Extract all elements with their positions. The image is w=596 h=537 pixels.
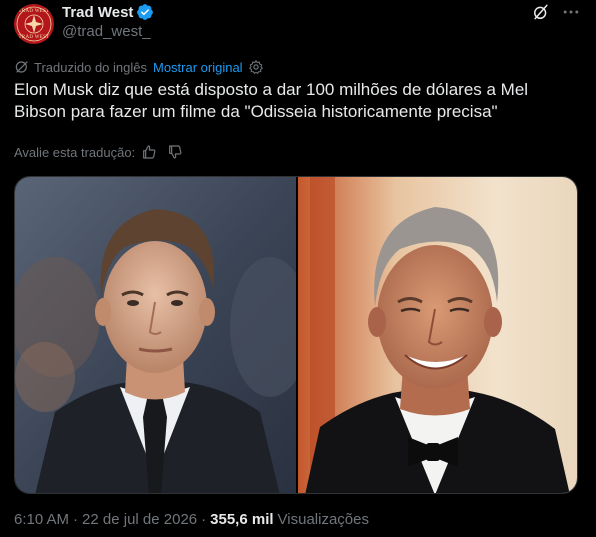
- right-portrait: [298, 177, 577, 493]
- views-label: Visualizações: [277, 511, 369, 528]
- translation-notice: Traduzido do inglês Mostrar original: [14, 58, 268, 76]
- name-row: Trad West: [62, 2, 154, 22]
- views-count[interactable]: 355,6 mil: [210, 511, 273, 528]
- avatar-text-bottom: TRAD WEST: [18, 35, 50, 40]
- tweet-time[interactable]: 6:10 AM: [14, 511, 69, 528]
- rate-label: Avalie esta tradução:: [14, 144, 136, 160]
- verified-badge-icon[interactable]: [136, 3, 154, 21]
- tweet-text: Elon Musk diz que está disposto a dar 10…: [14, 80, 529, 121]
- handle[interactable]: @trad_west_: [62, 23, 151, 40]
- gear-icon[interactable]: [248, 59, 264, 75]
- left-portrait: [15, 177, 310, 493]
- tweet-media[interactable]: [14, 176, 578, 494]
- tweet-header: TRAD WEST TRAD WEST Trad West @trad_west…: [0, 0, 596, 50]
- avatar-text-top: TRAD WEST: [18, 9, 50, 14]
- show-original-link[interactable]: Mostrar original: [153, 60, 243, 75]
- translate-globe-icon: [15, 61, 28, 73]
- avatar[interactable]: TRAD WEST TRAD WEST: [14, 4, 54, 44]
- translated-label: Traduzido do inglês: [34, 59, 147, 75]
- more-dots-icon[interactable]: [561, 2, 581, 22]
- thumbs-up-icon[interactable]: [141, 144, 157, 160]
- meta-separator-2: ·: [201, 511, 207, 528]
- display-name[interactable]: Trad West: [62, 4, 133, 21]
- meta-separator: ·: [73, 511, 79, 528]
- media-image: [15, 177, 577, 493]
- grok-slash-icon[interactable]: [531, 2, 551, 22]
- thumbs-down-icon[interactable]: [167, 144, 183, 160]
- tweet-meta: 6:10 AM · 22 de jul de 2026 · 355,6 mil …: [14, 511, 369, 528]
- rate-translation: Avalie esta tradução:: [14, 143, 183, 161]
- tweet-date[interactable]: 22 de jul de 2026: [82, 511, 197, 528]
